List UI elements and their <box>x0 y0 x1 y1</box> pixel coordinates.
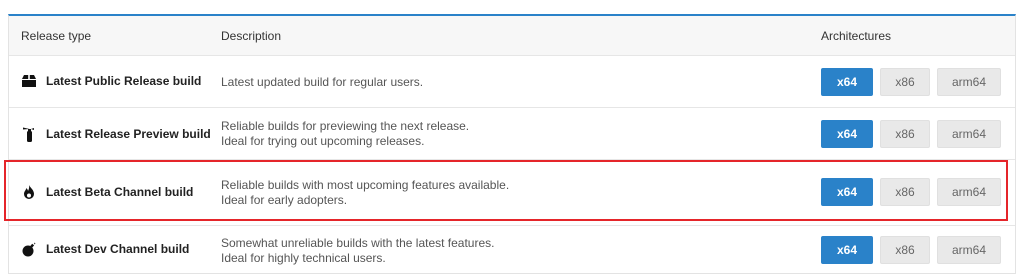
x64-button[interactable]: x64 <box>821 178 873 206</box>
release-name: Latest Dev Channel build <box>46 242 190 256</box>
description-line: Somewhat unreliable builds with the late… <box>221 236 495 250</box>
release-name-cell: Latest Beta Channel build <box>21 184 193 200</box>
table-row: Latest Public Release build Latest updat… <box>9 56 1015 108</box>
description-line: Ideal for early adopters. <box>221 193 348 207</box>
release-name: Latest Release Preview build <box>46 127 211 141</box>
arm64-button[interactable]: arm64 <box>937 236 1001 264</box>
release-name-cell: Latest Public Release build <box>21 73 201 89</box>
arch-button-group: x64 x86 arm64 <box>821 120 1008 148</box>
table-row: Latest Release Preview build Reliable bu… <box>9 108 1015 160</box>
header-architectures: Architectures <box>821 29 892 43</box>
table-row: Latest Dev Channel build Somewhat unreli… <box>9 226 1015 274</box>
arm64-button[interactable]: arm64 <box>937 120 1001 148</box>
release-table: Release type Description Architectures L… <box>8 14 1016 274</box>
arch-button-group: x64 x86 arm64 <box>821 68 1008 96</box>
release-name-cell: Latest Dev Channel build <box>21 241 189 257</box>
description-line: Latest updated build for regular users. <box>221 75 424 89</box>
release-description: Somewhat unreliable builds with the late… <box>221 236 495 266</box>
x86-button[interactable]: x86 <box>880 120 930 148</box>
release-name: Latest Beta Channel build <box>46 185 194 199</box>
description-line: Reliable builds for previewing the next … <box>221 119 470 133</box>
x64-button[interactable]: x64 <box>821 68 873 96</box>
description-line: Ideal for trying out upcoming releases. <box>221 134 425 148</box>
arm64-button[interactable]: arm64 <box>937 68 1001 96</box>
package-icon <box>21 73 37 89</box>
x86-button[interactable]: x86 <box>880 68 930 96</box>
x86-button[interactable]: x86 <box>880 178 930 206</box>
description-line: Ideal for highly technical users. <box>221 251 386 265</box>
fire-extinguisher-icon <box>21 126 37 142</box>
release-name-cell: Latest Release Preview build <box>21 126 211 142</box>
bomb-icon <box>21 241 37 257</box>
release-description: Reliable builds with most upcoming featu… <box>221 178 509 208</box>
arch-button-group: x64 x86 arm64 <box>821 236 1008 264</box>
arm64-button[interactable]: arm64 <box>937 178 1001 206</box>
table-header: Release type Description Architectures <box>9 16 1015 56</box>
x86-button[interactable]: x86 <box>880 236 930 264</box>
arch-button-group: x64 x86 arm64 <box>821 178 1008 206</box>
x64-button[interactable]: x64 <box>821 236 873 264</box>
description-line: Reliable builds with most upcoming featu… <box>221 178 510 192</box>
table-row: Latest Beta Channel build Reliable build… <box>9 160 1015 226</box>
x64-button[interactable]: x64 <box>821 120 873 148</box>
header-release-type: Release type <box>21 29 92 43</box>
release-description: Reliable builds for previewing the next … <box>221 119 469 149</box>
release-name: Latest Public Release build <box>46 74 202 88</box>
header-description: Description <box>221 29 282 43</box>
flame-icon <box>21 184 37 200</box>
release-description: Latest updated build for regular users. <box>221 75 423 90</box>
